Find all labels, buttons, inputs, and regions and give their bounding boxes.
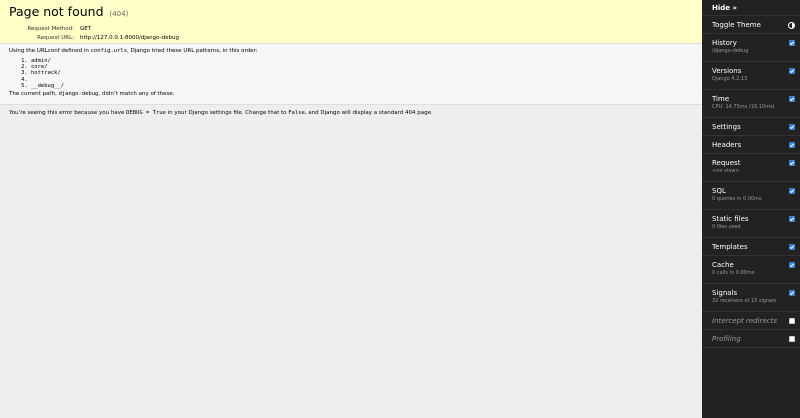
toggle-theme-button[interactable]: Toggle Theme xyxy=(702,16,800,34)
toolbar-panel-static-files[interactable]: Static files 0 files used xyxy=(702,210,800,238)
panel-subtitle: 32 receivers of 15 signals xyxy=(712,298,777,304)
request-method-label: Request Method: xyxy=(27,26,74,32)
current-path-message: The current path, django-debug, didn’t m… xyxy=(9,91,693,98)
panel-subtitle: <no view> xyxy=(712,168,740,174)
panel-toggle-checkbox[interactable] xyxy=(789,290,795,296)
toolbar-panel-history[interactable]: History/django-debug xyxy=(702,34,800,62)
explanation-part2: in your Django settings file. Change tha… xyxy=(165,110,289,116)
hide-toolbar-button[interactable]: Hide » xyxy=(702,0,800,16)
panel-toggle-checkbox[interactable] xyxy=(789,188,795,194)
toolbar-panel-cache[interactable]: Cache 0 calls in 0.00ms xyxy=(702,256,800,284)
debug-toolbar: Hide » Toggle Theme History/django-debug… xyxy=(702,0,800,418)
page-title: Page not found (404) xyxy=(9,4,693,22)
false-code: False xyxy=(288,110,305,116)
toolbar-panel-headers[interactable]: Headers xyxy=(702,136,800,154)
explanation-part3: , and Django will display a standard 404… xyxy=(304,110,433,116)
panel-subtitle: Django 4.2.13 xyxy=(712,76,748,82)
request-method-value: GET xyxy=(80,26,92,32)
panel-toggle-checkbox[interactable] xyxy=(789,40,795,46)
debug-explanation: You’re seeing this error because you hav… xyxy=(0,105,702,122)
urlconf-name: config.urls xyxy=(90,48,128,54)
panel-toggle-checkbox[interactable] xyxy=(789,68,795,74)
toolbar-panel-time[interactable]: Time CPU: 14.75ms (16.10ms) xyxy=(702,90,800,118)
status-code: (404) xyxy=(109,10,129,18)
request-method-row: Request Method: GET xyxy=(9,25,179,34)
toolbar-panel-signals[interactable]: Signals 32 receivers of 15 signals xyxy=(702,284,800,312)
toolbar-panel-request[interactable]: Request <no view> xyxy=(702,154,800,182)
toolbar-panel-settings[interactable]: Settings xyxy=(702,118,800,136)
current-path-suffix: , didn’t match any of these. xyxy=(98,91,175,98)
current-path-prefix: The current path, xyxy=(9,91,59,98)
panel-title: Signals xyxy=(712,289,738,297)
explanation-text: You’re seeing this error because you hav… xyxy=(9,110,693,117)
url-patterns-info: Using the URLconf defined in config.urls… xyxy=(0,44,702,105)
url-pattern-list: admin/core/hottrack/ __debug__/ xyxy=(31,58,693,89)
page-title-text: Page not found xyxy=(9,4,104,19)
urlconf-intro: Using the URLconf defined in config.urls… xyxy=(9,48,693,55)
toolbar-panel-profiling[interactable]: Profiling xyxy=(702,330,800,348)
error-summary: Page not found (404) Request Method: GET… xyxy=(0,0,702,44)
panel-title: Intercept redirects xyxy=(712,317,777,325)
panel-title: Request xyxy=(712,159,741,167)
intro-text-after: , Django tried these URL patterns, in th… xyxy=(127,48,258,54)
request-url-value: http://127.0.0.1:8000/django-debug xyxy=(80,35,179,41)
panel-title: Templates xyxy=(712,243,748,251)
toggle-theme-label: Toggle Theme xyxy=(712,21,761,29)
panel-title: History xyxy=(712,39,737,47)
explanation-part1: You’re seeing this error because you hav… xyxy=(9,110,127,116)
request-url-label: Request URL: xyxy=(37,35,74,41)
intro-text: Using the URLconf defined in xyxy=(9,48,91,54)
panel-toggle-checkbox[interactable] xyxy=(789,318,795,324)
panel-title: SQL xyxy=(712,187,726,195)
panel-subtitle: CPU: 14.75ms (16.10ms) xyxy=(712,104,775,110)
panel-toggle-checkbox[interactable] xyxy=(789,160,795,166)
toolbar-panel-templates[interactable]: Templates xyxy=(702,238,800,256)
url-pattern-item: __debug__/ xyxy=(31,83,693,89)
request-url-row: Request URL: http://127.0.0.1:8000/djang… xyxy=(9,34,179,43)
current-path: django-debug xyxy=(58,91,99,98)
panel-toggle-checkbox[interactable] xyxy=(789,96,795,102)
panel-title: Headers xyxy=(712,141,742,149)
theme-toggle-icon xyxy=(788,22,795,29)
panel-toggle-checkbox[interactable] xyxy=(789,216,795,222)
panel-toggle-checkbox[interactable] xyxy=(789,244,795,250)
panel-toggle-checkbox[interactable] xyxy=(789,336,795,342)
request-meta-table: Request Method: GET Request URL: http://… xyxy=(9,25,179,43)
toolbar-panel-sql[interactable]: SQL 0 queries in 0.00ms xyxy=(702,182,800,210)
panel-subtitle: 0 queries in 0.00ms xyxy=(712,196,762,202)
toolbar-panel-versions[interactable]: Versions Django 4.2.13 xyxy=(702,62,800,90)
panel-title: Cache xyxy=(712,261,734,269)
panel-toggle-checkbox[interactable] xyxy=(789,124,795,130)
panel-toggle-checkbox[interactable] xyxy=(789,142,795,148)
panel-subtitle: 0 calls in 0.00ms xyxy=(712,270,755,276)
panel-title: Profiling xyxy=(712,335,741,343)
panel-title: Static files xyxy=(712,215,749,223)
panel-subtitle: /django-debug xyxy=(712,48,749,54)
debug-setting-code: DEBUG = True xyxy=(126,110,166,116)
panel-title: Versions xyxy=(712,67,742,75)
panel-title: Time xyxy=(712,95,730,103)
toolbar-panel-intercept-redirects[interactable]: Intercept redirects xyxy=(702,312,800,330)
panel-subtitle: 0 files used xyxy=(712,224,741,230)
toolbar-panel-list: History/django-debug Versions Django 4.2.1… xyxy=(702,34,800,348)
panel-toggle-checkbox[interactable] xyxy=(789,262,795,268)
django-error-page: Page not found (404) Request Method: GET… xyxy=(0,0,702,418)
panel-title: Settings xyxy=(712,123,741,131)
